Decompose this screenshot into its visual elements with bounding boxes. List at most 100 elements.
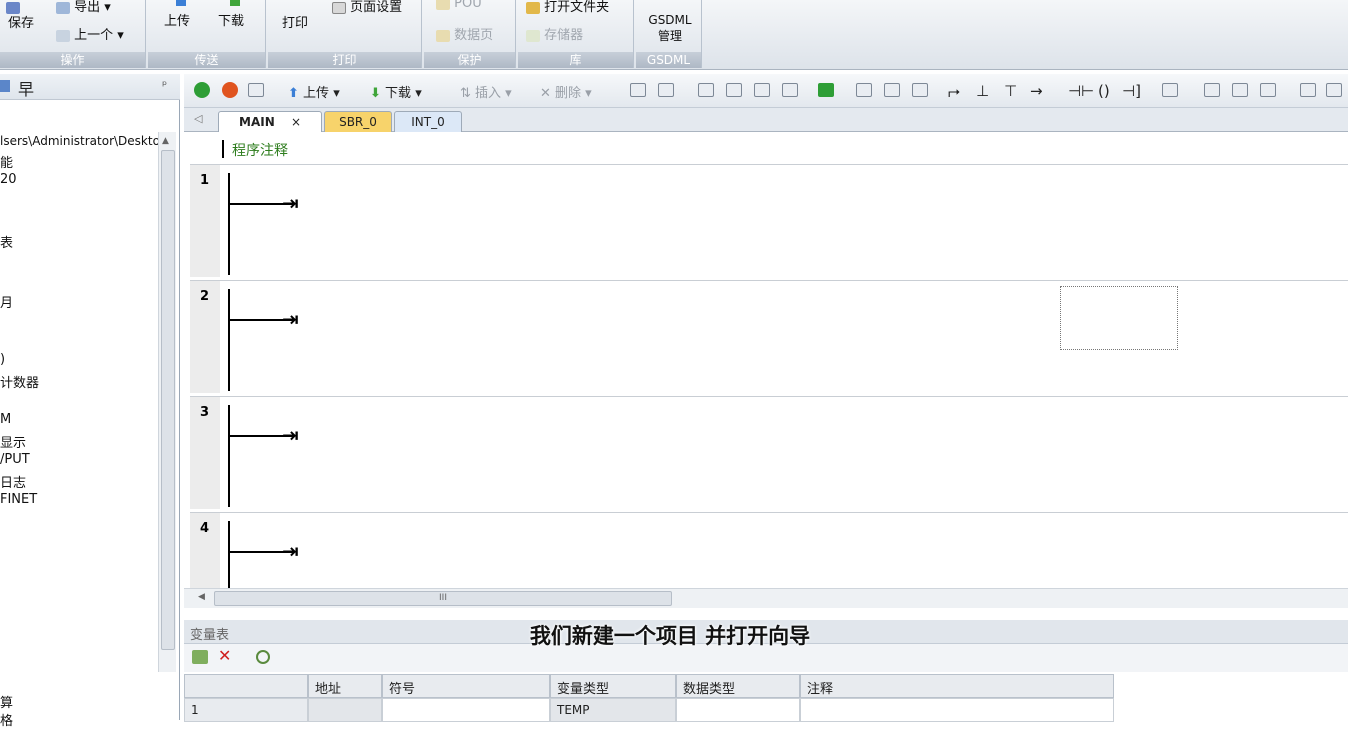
- tab-main[interactable]: MAIN ×: [218, 111, 322, 132]
- column-header-data-type[interactable]: 数据类型: [676, 674, 800, 698]
- tree-item[interactable]: 算: [0, 692, 13, 711]
- toolbar-tool-icon[interactable]: [912, 83, 928, 97]
- project-tree-panel: 早 ᵖ lsers\Administrator\Deskto 能 20 表 月 …: [0, 74, 180, 729]
- toolbar-tool-icon[interactable]: ⮣: [948, 82, 960, 100]
- coil-icon[interactable]: (): [1098, 82, 1110, 100]
- data-page-label: 数据页: [454, 28, 494, 43]
- toolbar-tool-icon[interactable]: [630, 83, 646, 97]
- memory-button[interactable]: 存储器: [526, 24, 583, 43]
- toolbar-tool-icon[interactable]: [754, 83, 770, 97]
- selection-cursor[interactable]: [1060, 286, 1178, 350]
- run-icon[interactable]: [194, 82, 210, 98]
- toolbar-tool-icon[interactable]: [782, 83, 798, 97]
- toolbar-tool-icon[interactable]: [1162, 83, 1178, 97]
- tab-int-0[interactable]: INT_0: [394, 111, 462, 132]
- cell-comment[interactable]: [800, 698, 1114, 722]
- tree-item[interactable]: 20: [0, 172, 17, 187]
- editor-toolbar: ⬆ 上传 ▾ ⬇ 下载 ▾ ⇅ 插入 ▾ ✕ 删除 ▾ ⮣ ⊥ ⊤ → ⊣⊢ (…: [184, 74, 1348, 108]
- column-header-address[interactable]: 地址: [308, 674, 382, 698]
- export-button[interactable]: 导出 ▾: [56, 0, 111, 15]
- ribbon-group-caption: 打印: [268, 52, 421, 68]
- tree-item[interactable]: 显示: [0, 432, 26, 451]
- toolbar-insert-button[interactable]: ⇅ 插入 ▾: [460, 82, 512, 101]
- tab-sbr-0[interactable]: SBR_0: [324, 111, 392, 132]
- toolbar-tool-icon[interactable]: [726, 83, 742, 97]
- tree-item[interactable]: lsers\Administrator\Deskto: [0, 134, 160, 148]
- toolbar-tool-icon[interactable]: [818, 83, 834, 97]
- toolbar-tool-icon[interactable]: ⊥: [976, 82, 989, 100]
- scrollbar-thumb[interactable]: [161, 150, 175, 650]
- insert-row-icon[interactable]: [192, 650, 208, 664]
- tree-item[interactable]: 表: [0, 232, 13, 251]
- delete-row-icon[interactable]: ✕: [218, 646, 231, 665]
- tree-item[interactable]: ): [0, 352, 5, 367]
- power-rail: [228, 521, 230, 589]
- power-rail: [228, 405, 230, 507]
- program-comment[interactable]: 程序注释: [232, 140, 288, 160]
- tree-item[interactable]: 计数器: [0, 372, 39, 391]
- cell-address[interactable]: [308, 698, 382, 722]
- toolbar-tool-icon[interactable]: [856, 83, 872, 97]
- box-icon[interactable]: ⊣]: [1122, 82, 1141, 100]
- ribbon-group-transfer: 上传 下载 传送: [148, 0, 266, 68]
- download-button[interactable]: 下载: [218, 10, 244, 29]
- row-index[interactable]: 1: [184, 698, 308, 722]
- save-button-label[interactable]: 保存: [8, 12, 34, 31]
- gsdml-manage-button[interactable]: GSDML管理: [644, 12, 696, 44]
- data-page-button[interactable]: 数据页: [436, 24, 493, 43]
- print-button[interactable]: 打印: [282, 12, 308, 31]
- toolbar-tool-icon[interactable]: [658, 83, 674, 97]
- toolbar-tool-icon[interactable]: [884, 83, 900, 97]
- tree-item[interactable]: FINET: [0, 492, 37, 507]
- compile-icon[interactable]: [248, 83, 264, 97]
- tree-item[interactable]: M: [0, 412, 11, 427]
- network[interactable]: 3 ⇥: [190, 396, 1348, 510]
- column-header-symbol[interactable]: 符号: [382, 674, 550, 698]
- toolbar-tool-icon[interactable]: [1326, 83, 1342, 97]
- scroll-up-icon[interactable]: ▲: [162, 136, 169, 146]
- variable-tool-icon[interactable]: [256, 650, 270, 664]
- tree-item[interactable]: 日志: [0, 472, 26, 491]
- cell-data-type[interactable]: [676, 698, 800, 722]
- network[interactable]: 1 ⇥: [190, 164, 1348, 278]
- close-icon[interactable]: ×: [291, 115, 301, 129]
- network[interactable]: 4 ⇥: [190, 512, 1348, 589]
- toolbar-delete-label: 删除: [555, 86, 582, 101]
- toolbar-tool-icon[interactable]: [1300, 83, 1316, 97]
- column-header-index: [184, 674, 308, 698]
- contact-icon[interactable]: ⊣⊢: [1068, 82, 1094, 100]
- tree-vertical-scrollbar[interactable]: ▲: [158, 132, 176, 672]
- tab-main-label: MAIN: [239, 115, 275, 129]
- open-folder-button[interactable]: 打开文件夹: [526, 0, 609, 15]
- cell-var-type[interactable]: TEMP: [550, 698, 676, 722]
- toolbar-upload-button[interactable]: ⬆ 上传 ▾: [288, 82, 340, 101]
- toolbar-tool-icon[interactable]: ⊤: [1004, 82, 1017, 100]
- column-header-comment[interactable]: 注释: [800, 674, 1114, 698]
- toolbar-tool-icon[interactable]: [1204, 83, 1220, 97]
- toolbar-tool-icon[interactable]: [698, 83, 714, 97]
- editor-horizontal-scrollbar[interactable]: ◀ III: [184, 588, 1348, 608]
- tree-item[interactable]: 能: [0, 152, 13, 171]
- tab-scroll-left-icon[interactable]: ◁: [194, 112, 202, 125]
- toolbar-tool-icon[interactable]: [1232, 83, 1248, 97]
- scrollbar-thumb[interactable]: III: [214, 591, 672, 606]
- ribbon: 保存 导出 ▾ 上一个 ▾ 操作 上传 下载 传送 打印 页面设置 打印 POU: [0, 0, 1348, 70]
- pou-button[interactable]: POU: [436, 0, 482, 11]
- toolbar-download-button[interactable]: ⬇ 下载 ▾: [370, 82, 422, 101]
- toolbar-tool-icon[interactable]: [1260, 83, 1276, 97]
- toolbar-delete-button[interactable]: ✕ 删除 ▾: [540, 82, 592, 101]
- tree-item[interactable]: 月: [0, 292, 13, 311]
- stop-icon[interactable]: [222, 82, 238, 98]
- upload-button[interactable]: 上传: [164, 10, 190, 29]
- cell-symbol[interactable]: [382, 698, 550, 722]
- download-icon: [230, 0, 240, 6]
- pin-icon[interactable]: ᵖ: [162, 78, 167, 92]
- tree-item[interactable]: /PUT: [0, 452, 30, 467]
- page-setup-button[interactable]: 页面设置: [332, 0, 402, 15]
- scroll-left-icon[interactable]: ◀: [198, 592, 205, 602]
- column-header-var-type[interactable]: 变量类型: [550, 674, 676, 698]
- toolbar-upload-label: 上传: [303, 86, 330, 101]
- previous-button[interactable]: 上一个 ▾: [56, 24, 124, 43]
- toolbar-tool-icon[interactable]: →: [1030, 82, 1043, 100]
- rung-end-icon: ⇥: [282, 307, 299, 331]
